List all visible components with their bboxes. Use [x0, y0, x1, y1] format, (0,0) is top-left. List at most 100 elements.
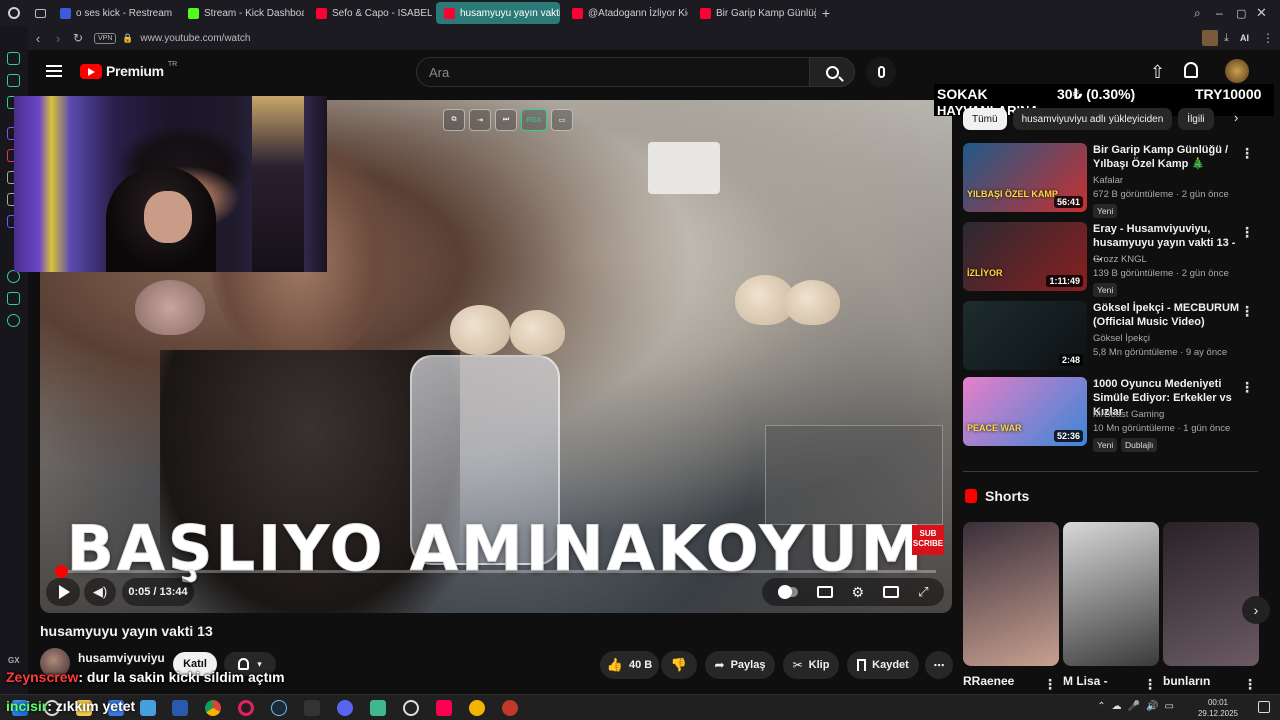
ai-button[interactable]: AI: [1240, 33, 1262, 43]
upload-icon[interactable]: ⇧: [1150, 62, 1165, 83]
browser-tab[interactable]: Sefo & Capo - ISABEL: [308, 2, 432, 24]
more-actions-button[interactable]: ⋯: [925, 651, 953, 679]
notifications-bell-icon[interactable]: [1184, 62, 1198, 78]
channel-name[interactable]: husamviyuviyu: [78, 651, 165, 665]
chips-next-icon[interactable]: ›: [1234, 110, 1238, 125]
tray-icons[interactable]: ⌃☁🎤🔊▭: [1097, 701, 1180, 712]
recommendation-channel[interactable]: MrBeast Gaming: [1093, 409, 1164, 420]
recommendation-title[interactable]: Göksel İpekçi - MECBURUM (Official Music…: [1093, 301, 1241, 329]
url-field[interactable]: www.youtube.com/watch: [140, 33, 250, 44]
close-window-icon[interactable]: ✕: [1256, 5, 1280, 21]
notification-center-icon[interactable]: [1258, 701, 1270, 713]
filter-chip[interactable]: İlgili: [1178, 108, 1214, 130]
search-input[interactable]: Ara: [416, 57, 810, 87]
short-thumbnail[interactable]: [1063, 522, 1159, 666]
popout-button[interactable]: ⇥: [469, 109, 491, 131]
taskbar-grid-icon[interactable]: [172, 700, 188, 716]
reload-icon[interactable]: ↻: [68, 31, 88, 45]
browser-tab[interactable]: o ses kick - Restream: [52, 2, 176, 24]
recommendation-thumbnail[interactable]: YILBAŞI ÖZEL KAMP 56:41: [963, 143, 1087, 212]
recommendation-item[interactable]: İZLİYOR 1:11:49 Eray - Husamviyuviyu, husa…: [963, 222, 1268, 297]
filter-chip[interactable]: husamviyuviyu adlı yükleyiciden: [1012, 108, 1173, 130]
recommendation-thumbnail[interactable]: 2:48: [963, 301, 1087, 370]
search-button[interactable]: [809, 57, 855, 87]
settings-gear-icon[interactable]: ⚙: [852, 584, 865, 601]
progress-bar[interactable]: [55, 565, 936, 578]
fullscreen-icon[interactable]: ⤢: [918, 584, 928, 600]
recommendation-item[interactable]: PEACE WAR 52:36 1000 Oyuncu Medeniyeti Sim…: [963, 377, 1268, 452]
snapshot-button[interactable]: ▭: [551, 109, 573, 131]
sidebar-box-icon[interactable]: [7, 292, 20, 305]
short-more-icon[interactable]: ⋮: [1043, 676, 1057, 693]
browser-tab[interactable]: husamyuyu yayın vakti 13: [436, 2, 560, 24]
volume-button[interactable]: ◀): [84, 578, 116, 606]
browser-tab[interactable]: @Atadogann İzliyor Kick: [564, 2, 688, 24]
filter-chip[interactable]: Tümü: [963, 108, 1007, 130]
taskbar-app2-icon[interactable]: [370, 700, 386, 716]
short-thumbnail[interactable]: [963, 522, 1059, 666]
like-button[interactable]: 👍 40 B: [600, 651, 659, 679]
clock[interactable]: 00:01 29.12.2025: [1198, 697, 1238, 719]
rgx-button[interactable]: RGX: [521, 109, 547, 131]
taskbar-steam-icon[interactable]: [271, 700, 287, 716]
forward-icon[interactable]: ›: [48, 31, 68, 46]
recommendation-thumbnail[interactable]: İZLİYOR 1:11:49: [963, 222, 1087, 291]
recommendation-item[interactable]: 2:48 Göksel İpekçi - MECBURUM (Official M…: [963, 301, 1268, 373]
menu-icon[interactable]: ⋮: [1262, 31, 1280, 45]
youtube-logo[interactable]: Premium TR: [80, 61, 177, 79]
account-avatar[interactable]: [1225, 59, 1249, 83]
taskbar-discord-icon[interactable]: [337, 700, 353, 716]
recommendation-channel[interactable]: Grozz KNGL: [1093, 254, 1147, 265]
taskbar-operagx-icon[interactable]: [238, 700, 254, 716]
voice-search-icon[interactable]: [866, 57, 896, 87]
taskbar-tiktok-icon[interactable]: [436, 700, 452, 716]
theater-mode-icon[interactable]: [883, 586, 900, 598]
browser-tab[interactable]: Bir Garip Kamp Günlüğü /: [692, 2, 816, 24]
vpn-badge[interactable]: VPN: [94, 32, 117, 44]
sidebar-flow-icon[interactable]: [7, 74, 20, 87]
autoplay-toggle[interactable]: [777, 585, 798, 599]
short-thumbnail[interactable]: [1163, 522, 1259, 666]
recommendation-title[interactable]: Bir Garip Kamp Günlüğü / Yılbaşı Özel Ka…: [1093, 143, 1241, 171]
pip-button[interactable]: ⧉: [443, 109, 465, 131]
clip-button[interactable]: ✂ Klip: [783, 651, 839, 679]
short-title[interactable]: M Lisa -: [1063, 674, 1108, 688]
dislike-button[interactable]: 👎: [661, 651, 697, 679]
more-options-icon[interactable]: ⋮: [1240, 379, 1254, 396]
save-button[interactable]: Kaydet: [847, 651, 919, 679]
taskbar-app-icon[interactable]: [140, 700, 156, 716]
taskbar-chrome-icon[interactable]: [205, 700, 221, 716]
maximize-icon[interactable]: ▢: [1236, 7, 1256, 20]
search-tabs-icon[interactable]: ⌕: [1194, 6, 1216, 21]
short-title[interactable]: bunların: [1163, 674, 1210, 688]
short-more-icon[interactable]: ⋮: [1243, 676, 1257, 693]
taskbar-obs-icon[interactable]: [403, 700, 419, 716]
new-tab-button[interactable]: +: [816, 5, 836, 21]
workspaces-icon[interactable]: [28, 0, 52, 26]
browser-tab[interactable]: Stream - Kick Dashboard: [180, 2, 304, 24]
download-icon[interactable]: ⤓: [1224, 32, 1240, 45]
sidebar-home-icon[interactable]: [7, 52, 20, 65]
recommendation-channel[interactable]: Kafalar: [1093, 175, 1123, 186]
taskbar-app3-icon[interactable]: [469, 700, 485, 716]
back-icon[interactable]: ‹: [28, 31, 48, 46]
recommendation-channel[interactable]: Göksel İpekçi: [1093, 333, 1150, 344]
more-options-icon[interactable]: ⋮: [1240, 224, 1254, 241]
recommendation-thumbnail[interactable]: PEACE WAR 52:36: [963, 377, 1087, 446]
hamburger-menu-icon[interactable]: [46, 65, 62, 77]
browser-logo-icon[interactable]: [0, 0, 28, 26]
more-options-icon[interactable]: ⋮: [1240, 145, 1254, 162]
shorts-next-button[interactable]: ›: [1242, 596, 1270, 624]
recommendation-item[interactable]: YILBAŞI ÖZEL KAMP 56:41 Bir Garip Kamp Gün…: [963, 143, 1268, 218]
taskbar-app4-icon[interactable]: [502, 700, 518, 716]
more-options-icon[interactable]: ⋮: [1240, 303, 1254, 320]
share-button[interactable]: ➦ Paylaş: [705, 651, 775, 679]
play-button[interactable]: [46, 578, 80, 606]
short-more-icon[interactable]: ⋮: [1143, 676, 1157, 693]
short-title[interactable]: RRaenee: [963, 674, 1014, 688]
taskbar-epic-icon[interactable]: [304, 700, 320, 716]
sidebar-settings-icon[interactable]: [7, 314, 20, 327]
subtitles-icon[interactable]: [816, 586, 833, 598]
minimize-icon[interactable]: –: [1216, 6, 1236, 20]
extension-avatar-icon[interactable]: [1202, 30, 1218, 46]
